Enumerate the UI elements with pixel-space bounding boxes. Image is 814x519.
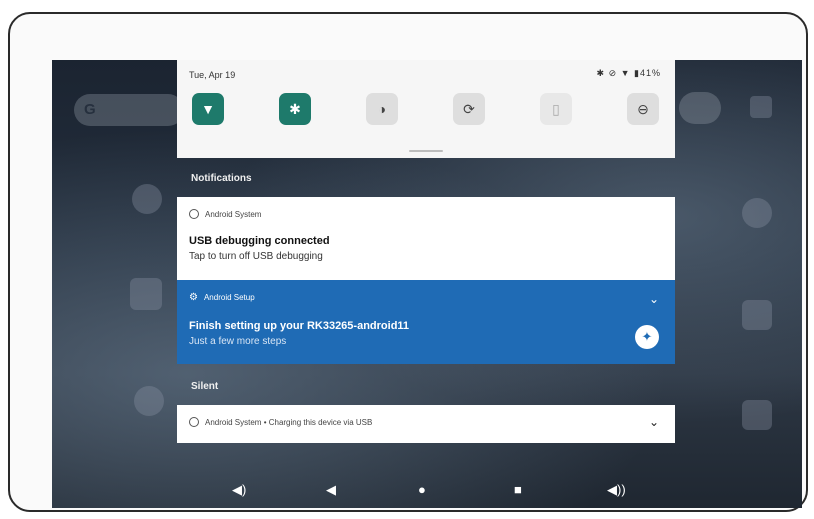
volume-up-icon[interactable]: ◀)) [607,482,626,498]
bluetooth-tile[interactable]: ✱ [279,93,311,125]
recents-icon[interactable]: ■ [514,482,522,497]
app-name: Android Setup [203,293,255,302]
camera-shortcut-icon[interactable] [750,96,772,118]
launcher-app-icon[interactable] [742,198,772,228]
quick-settings-panel: Tue, Apr 19 ✱ ⊘ ▼ ▮41% ▼ ✱ ◑ ⟳ ▯ ⊖ [177,60,675,158]
usb-debugging-notification[interactable]: Android System USB debugging connected T… [177,197,675,280]
google-icon: G [84,101,96,118]
silent-heading: Silent [191,381,219,392]
gear-icon: ⚙ [189,292,198,303]
android-system-icon [189,417,199,427]
magic-wand-icon: ✦ [635,325,659,349]
app-name: Android System • Charging this device vi… [205,417,373,427]
drag-handle[interactable] [409,150,443,152]
home-icon[interactable]: ● [418,482,426,497]
wifi-icon: ▼ [201,101,215,117]
notification-title: Finish setting up your RK33265-android11 [189,320,410,332]
date-label: Tue, Apr 19 [189,70,236,80]
auto-rotate-tile[interactable]: ⟳ [453,93,485,125]
launcher-app-icon[interactable] [132,184,162,214]
invert-colors-icon: ◑ [377,101,387,117]
wifi-tile[interactable]: ▼ [192,93,224,125]
bluetooth-icon: ✱ [289,100,301,117]
screen: G Tue, Apr 19 ✱ ⊘ ▼ ▮41% ▼ ✱ ◑ ⟳ ▯ ⊖ Not… [52,60,802,508]
battery-saver-tile[interactable]: ▯ [540,93,572,125]
launcher-app-icon[interactable] [134,386,164,416]
volume-down-icon[interactable]: ◀) [232,482,246,498]
android-system-icon [189,209,199,219]
invert-colors-tile[interactable]: ◑ [366,93,398,125]
launcher-app-icon[interactable] [742,300,772,330]
back-icon[interactable]: ◀ [326,482,336,498]
launcher-app-icon[interactable] [742,400,772,430]
charging-notification[interactable]: Android System • Charging this device vi… [177,405,675,443]
do-not-disturb-icon: ⊖ [637,100,649,117]
battery-saver-icon: ▯ [552,100,560,117]
launcher-app-icon[interactable] [130,278,162,310]
notification-text: Tap to turn off USB debugging [189,251,323,262]
launcher-app-drawer-button[interactable] [679,92,721,124]
notification-title: USB debugging connected [189,235,330,247]
battery-percent: 41% [639,68,661,78]
android-setup-notification[interactable]: ⚙ Android Setup ⌄ Finish setting up your… [177,280,675,364]
tablet-frame: G Tue, Apr 19 ✱ ⊘ ▼ ▮41% ▼ ✱ ◑ ⟳ ▯ ⊖ Not… [8,12,808,512]
do-not-disturb-tile[interactable]: ⊖ [627,93,659,125]
status-icons: ✱ ⊘ ▼ ▮41% [596,68,661,78]
auto-rotate-icon: ⟳ [463,100,475,117]
chevron-down-icon[interactable]: ⌄ [649,292,659,306]
navigation-bar: ◀) ◀ ● ■ ◀)) [52,472,802,508]
launcher-search-bar[interactable]: G [74,94,184,126]
app-name: Android System [205,209,262,219]
notifications-heading: Notifications [191,173,252,184]
chevron-down-icon[interactable]: ⌄ [649,415,659,429]
notification-text: Just a few more steps [189,336,287,347]
